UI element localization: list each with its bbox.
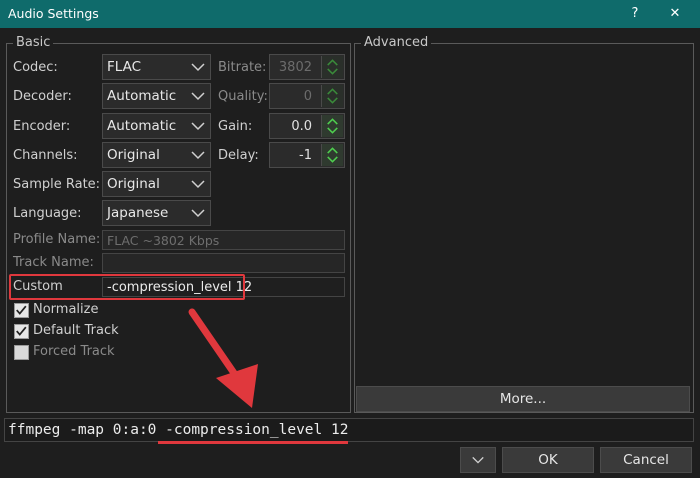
basic-group-title: Basic [13, 35, 54, 51]
track-name-field[interactable] [102, 253, 345, 273]
decoder-value: Automatic [107, 88, 177, 104]
delay-label: Delay: [218, 148, 259, 163]
channels-label: Channels: [13, 148, 78, 163]
normalize-checkbox[interactable] [14, 303, 29, 318]
sample-rate-label: Sample Rate: [13, 177, 101, 192]
quality-value: 0 [303, 89, 312, 104]
window-title: Audio Settings [8, 6, 99, 21]
encoder-label: Encoder: [13, 119, 71, 134]
encoder-value: Automatic [107, 118, 177, 134]
gain-spinner[interactable]: 0.0 [269, 113, 345, 139]
language-label: Language: [13, 206, 82, 221]
chevron-down-icon [191, 92, 205, 101]
checkmark-icon [16, 326, 27, 336]
encoder-select[interactable]: Automatic [102, 113, 211, 139]
close-button[interactable]: ✕ [660, 4, 690, 24]
checkmark-icon [16, 305, 27, 315]
bitrate-value: 3802 [278, 60, 312, 75]
up-down-arrows-icon[interactable] [321, 56, 343, 78]
channels-select[interactable]: Original [102, 142, 211, 168]
delay-value: -1 [299, 148, 312, 163]
chevron-down-icon [191, 209, 205, 218]
channels-value: Original [107, 147, 160, 163]
codec-value: FLAC [107, 59, 142, 75]
help-button[interactable]: ? [620, 4, 650, 24]
sample-rate-select[interactable]: Original [102, 171, 211, 197]
chevron-down-icon [191, 151, 205, 160]
sample-rate-value: Original [107, 176, 160, 192]
forced-track-label: Forced Track [33, 344, 115, 359]
custom-highlight-box [9, 274, 245, 300]
ok-button[interactable]: OK [502, 447, 594, 473]
quality-spinner[interactable]: 0 [269, 83, 345, 109]
track-name-label: Track Name: [13, 255, 94, 270]
profile-name-field[interactable]: FLAC ~3802 Kbps [102, 230, 345, 250]
bitrate-spinner[interactable]: 3802 [269, 54, 345, 80]
default-track-checkbox[interactable] [14, 324, 29, 339]
chevron-down-icon [191, 63, 205, 72]
default-track-label: Default Track [33, 323, 119, 338]
gain-value: 0.0 [291, 119, 312, 134]
command-line-text: ffmpeg -map 0:a:0 -compression_level 12 [8, 422, 349, 438]
profile-name-label: Profile Name: [13, 232, 101, 247]
advanced-group-title: Advanced [361, 35, 432, 51]
advanced-group: Advanced [354, 35, 694, 413]
profile-name-value: FLAC ~3802 Kbps [107, 233, 220, 248]
cancel-button[interactable]: Cancel [600, 447, 692, 473]
up-down-arrows-icon[interactable] [321, 144, 343, 166]
chevron-down-icon [472, 456, 484, 464]
bitrate-label: Bitrate: [218, 60, 267, 75]
codec-label: Codec: [13, 60, 58, 75]
decoder-label: Decoder: [13, 89, 72, 104]
command-underline [158, 441, 348, 444]
up-down-arrows-icon[interactable] [321, 115, 343, 137]
quality-label: Quality: [218, 89, 268, 104]
language-value: Japanese [107, 205, 169, 221]
gain-label: Gain: [218, 119, 253, 134]
codec-select[interactable]: FLAC [102, 54, 211, 80]
more-button[interactable]: More... [356, 386, 690, 412]
command-line-field[interactable]: ffmpeg -map 0:a:0 -compression_level 12 [4, 418, 694, 442]
delay-spinner[interactable]: -1 [269, 142, 345, 168]
dropdown-button[interactable] [460, 447, 496, 473]
chevron-down-icon [191, 122, 205, 131]
chevron-down-icon [191, 180, 205, 189]
title-bar: Audio Settings ? ✕ [0, 0, 700, 28]
normalize-label: Normalize [33, 302, 99, 317]
forced-track-checkbox[interactable] [14, 345, 29, 360]
language-select[interactable]: Japanese [102, 200, 211, 226]
red-arrow-icon [188, 308, 258, 408]
decoder-select[interactable]: Automatic [102, 83, 211, 109]
up-down-arrows-icon[interactable] [321, 85, 343, 107]
